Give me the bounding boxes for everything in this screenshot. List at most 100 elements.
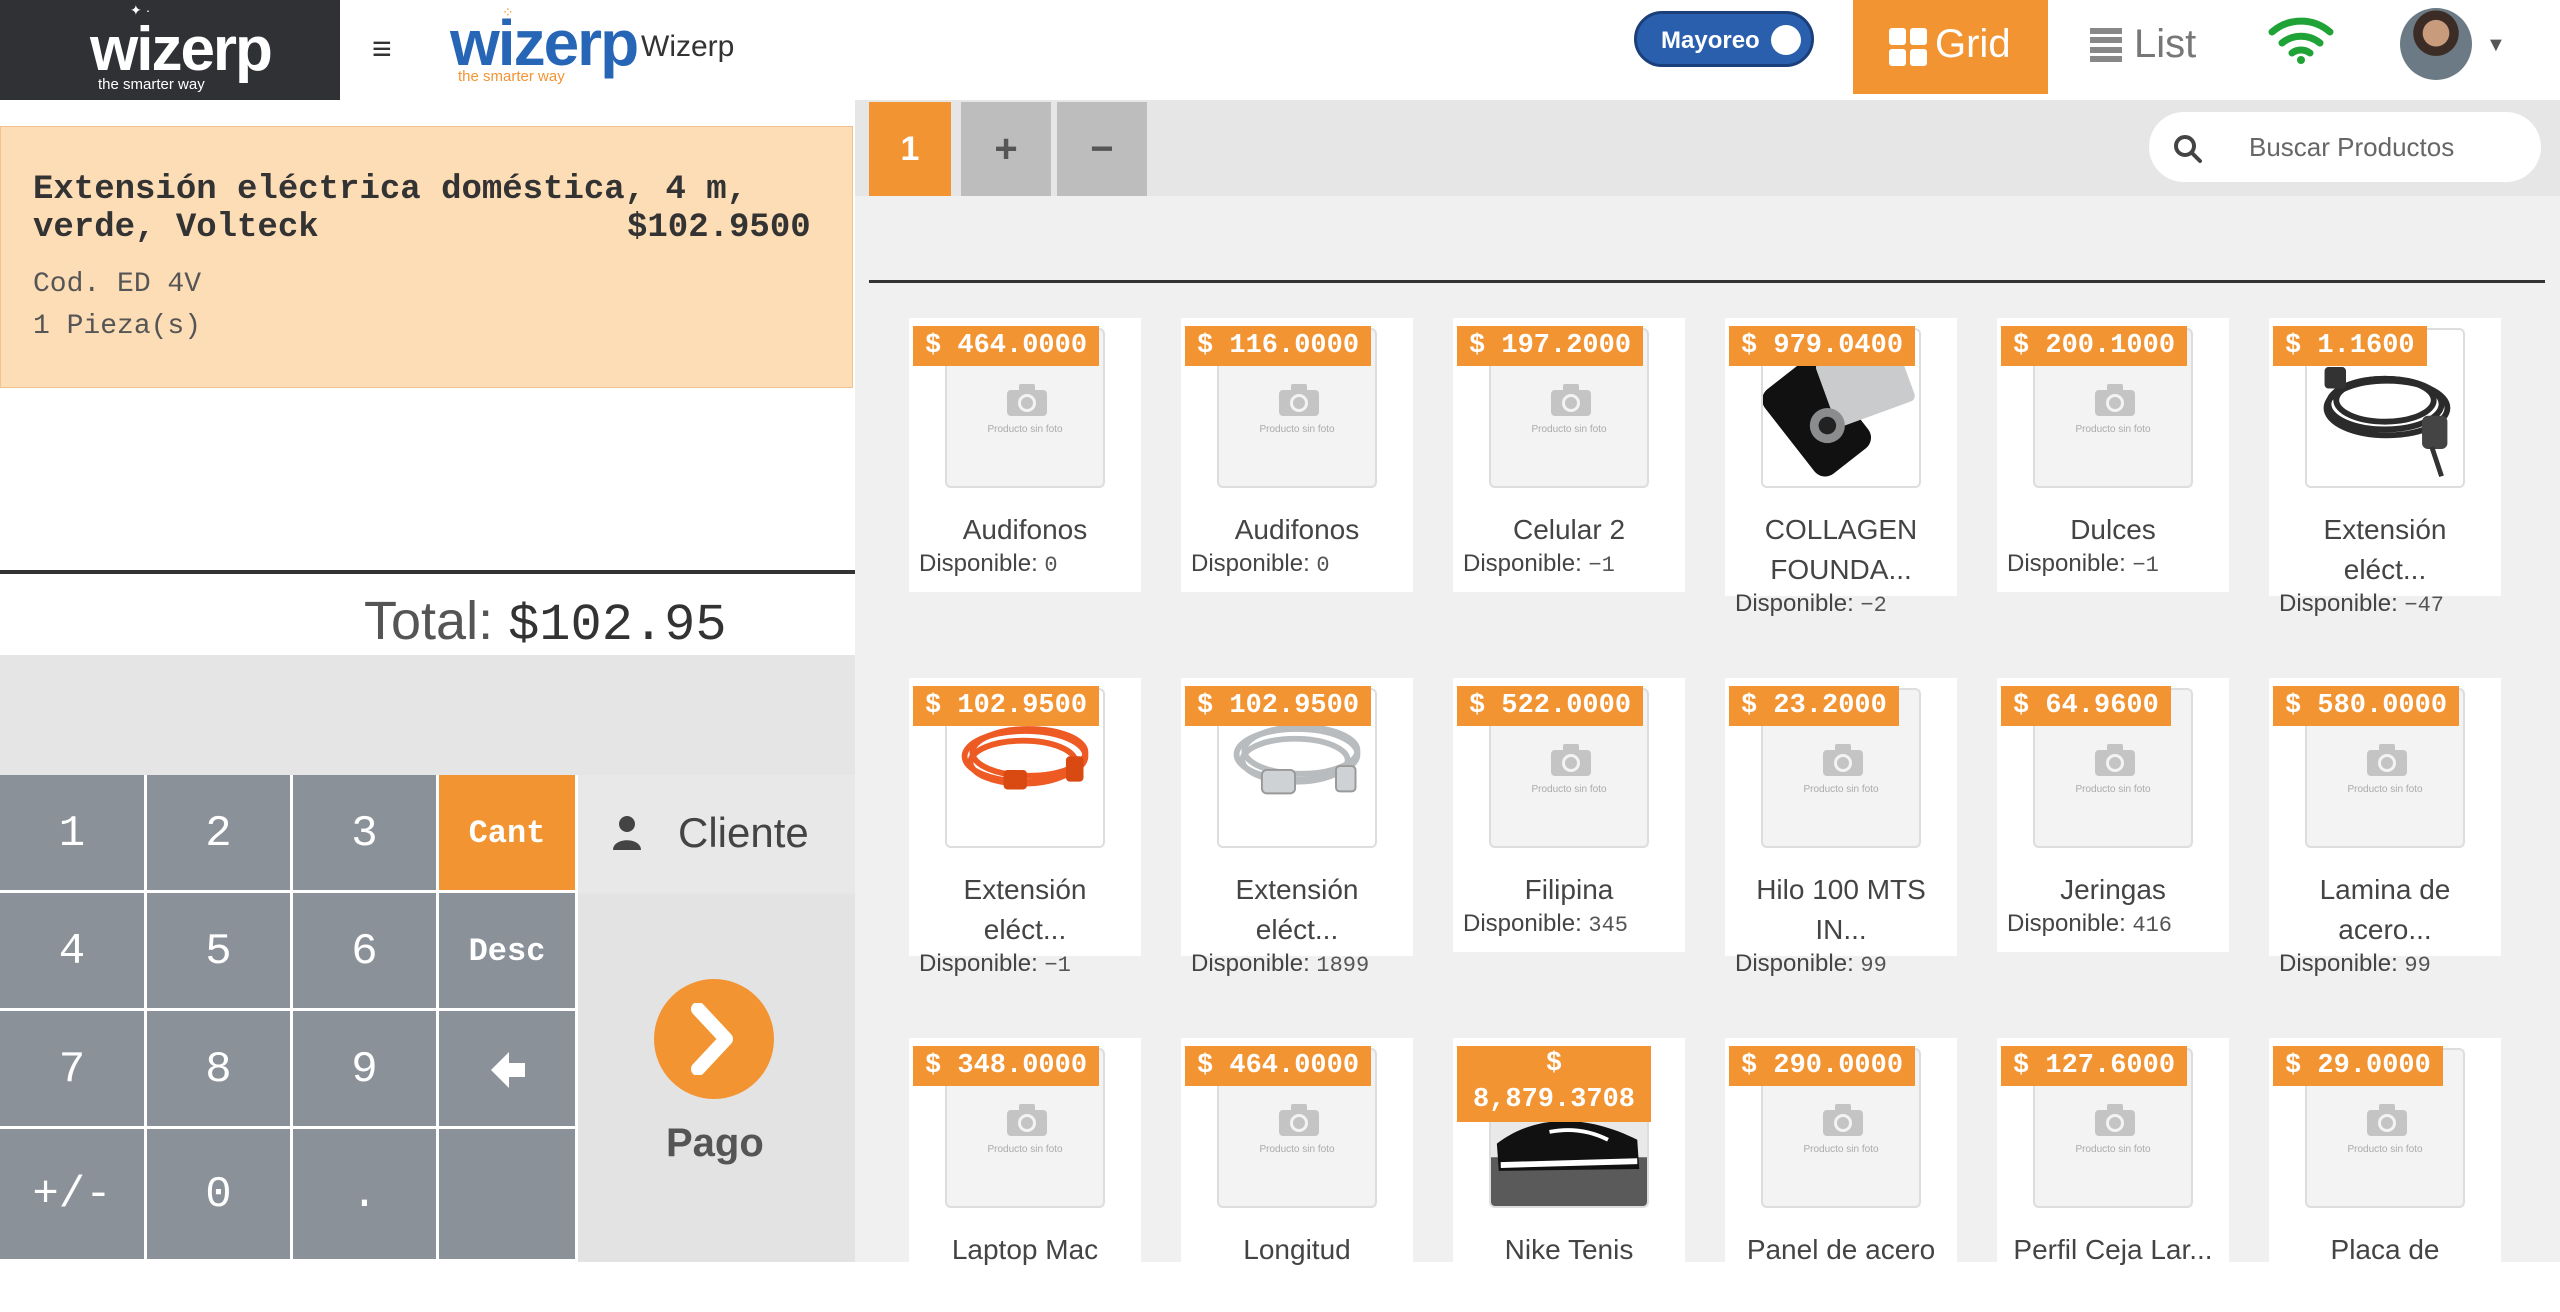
keypad: 1 2 3 Cant 4 5 6 Desc 7 8 9 +/- 0 . Clie… [0, 655, 855, 1262]
key-plus-minus[interactable]: +/- [0, 1129, 147, 1262]
product-name: Extensión eléct... [963, 874, 1087, 945]
product-price: $ 197.2000 [1457, 326, 1644, 366]
product-price: $ 290.0000 [1729, 1046, 1916, 1086]
product-name: Placa de [2330, 1234, 2440, 1265]
cliente-button[interactable]: Cliente [578, 775, 855, 893]
search-box[interactable] [2149, 112, 2541, 182]
key-0[interactable]: 0 [147, 1129, 293, 1262]
avatar[interactable] [2400, 8, 2472, 80]
wifi-icon [2268, 17, 2334, 64]
total-label: Total: [364, 591, 494, 651]
product-name: Nike Tenis [1504, 1234, 1634, 1265]
list-icon [2090, 28, 2122, 62]
product-price: $ 200.1000 [2001, 326, 2188, 366]
product-price: $ 23.2000 [1729, 686, 1899, 726]
search-input[interactable] [2249, 124, 2519, 170]
app-logo-tagline: the smarter way [458, 68, 565, 85]
product-card[interactable]: $ 102.9500 Extensión eléct... Disponible: … [1181, 678, 1413, 978]
hamburger-icon[interactable]: ≡ [372, 30, 392, 69]
key-blank [439, 1129, 578, 1262]
product-name: Hilo 100 MTS IN... [1756, 874, 1926, 945]
tab-order-1[interactable]: 1 [869, 102, 951, 196]
pago-button[interactable]: Pago [578, 895, 855, 1262]
product-price: $ 102.9500 [913, 686, 1100, 726]
brand-tagline: the smarter way [98, 76, 205, 93]
product-card[interactable]: Producto sin foto $ 23.2000 Hilo 100 MTS I… [1725, 678, 1957, 978]
grid-view-button[interactable]: Grid [1853, 0, 2048, 94]
product-availability: Disponible: 0 [919, 550, 1058, 578]
product-price: $ 116.0000 [1185, 326, 1372, 366]
arrow-left-icon [491, 1052, 525, 1088]
product-price: $ 522.0000 [1457, 686, 1644, 726]
product-price: $ 464.0000 [1185, 1046, 1372, 1086]
key-2[interactable]: 2 [147, 775, 293, 893]
brand-logo-box[interactable]: ✦ · wizerp the smarter way [0, 0, 340, 100]
product-price: $ 348.0000 [913, 1046, 1100, 1086]
logo-dots-icon: ⁘ [502, 4, 514, 20]
mayoreo-toggle[interactable]: Mayoreo [1634, 11, 1814, 67]
product-card[interactable]: Producto sin foto $ 197.2000 Celular 2 Disp… [1453, 318, 1685, 592]
product-card[interactable]: Producto sin foto $ 29.0000 Placa de [2269, 1038, 2501, 1312]
key-9[interactable]: 9 [293, 1011, 439, 1129]
product-availability: Disponible: −1 [919, 950, 1071, 978]
product-name: Jeringas [2060, 874, 2166, 905]
product-card[interactable]: Producto sin foto $ 290.0000 Panel de acer… [1725, 1038, 1957, 1312]
key-8[interactable]: 8 [147, 1011, 293, 1129]
product-name: Extensión eléct... [2323, 514, 2447, 585]
product-card[interactable]: $ 1.1600 Extensión eléct... Disponible: −4… [2269, 318, 2501, 618]
key-7[interactable]: 7 [0, 1011, 147, 1129]
desc-button[interactable]: Desc [439, 893, 578, 1011]
mayoreo-label: Mayoreo [1661, 27, 1760, 54]
product-card[interactable]: Producto sin foto $ 464.0000 Audifonos Disp… [909, 318, 1141, 592]
remove-tab-button[interactable]: − [1057, 102, 1147, 196]
product-availability: Disponible: 1899 [1191, 950, 1370, 978]
cant-button[interactable]: Cant [439, 775, 578, 893]
product-card[interactable]: Producto sin foto $ 464.0000 Longitud [1181, 1038, 1413, 1312]
list-label: List [2134, 22, 2197, 66]
product-availability: Disponible: 0 [1191, 550, 1330, 578]
product-name: Dulces [2070, 514, 2156, 545]
product-price: $ 1.1600 [2273, 326, 2427, 366]
key-4[interactable]: 4 [0, 893, 147, 1011]
product-card[interactable]: Producto sin foto $ 580.0000 Lamina de ace… [2269, 678, 2501, 978]
product-name: Celular 2 [1512, 514, 1626, 545]
app-logo: ⁘ wizerp the smarter way [450, 4, 639, 85]
products-divider [869, 280, 2545, 283]
product-name: Perfil Ceja Lar... [2013, 1234, 2213, 1265]
product-name: Lamina de acero... [2319, 874, 2451, 945]
product-name: Longitud [1243, 1234, 1351, 1265]
cart-item-qty: 1 Pieza(s) [33, 311, 202, 342]
product-card[interactable]: Producto sin foto $ 64.9600 Jeringas Dispon… [1997, 678, 2229, 952]
cart-total: Total: $102.95 [364, 590, 727, 655]
product-availability: Disponible: −47 [2279, 590, 2445, 618]
cart-item-code: Cod. ED 4V [33, 269, 202, 300]
order-tabs-bar: 1 + − [855, 100, 2560, 196]
product-name: Extensión eléct... [1235, 874, 1359, 945]
key-1[interactable]: 1 [0, 775, 147, 893]
toggle-knob [1771, 25, 1801, 55]
product-card[interactable]: Producto sin foto $ 348.0000 Laptop Mac [909, 1038, 1141, 1312]
key-6[interactable]: 6 [293, 893, 439, 1011]
product-card[interactable]: Producto sin foto $ 200.1000 Dulces Disponi… [1997, 318, 2229, 592]
cart-item[interactable]: Extensión eléctrica doméstica, 4 m, verd… [0, 126, 853, 388]
product-price: $ 8,879.3708 [1457, 1046, 1651, 1122]
list-view-button[interactable]: List [2086, 0, 2236, 94]
add-tab-button[interactable]: + [961, 102, 1051, 196]
product-price: $ 580.0000 [2273, 686, 2460, 726]
product-card[interactable]: Producto sin foto $ 127.6000 Perfil Ceja L… [1997, 1038, 2229, 1312]
product-card[interactable]: Producto sin foto $ 522.0000 Filipina Dispo… [1453, 678, 1685, 952]
product-card[interactable]: Producto sin foto $ 116.0000 Audifonos Disp… [1181, 318, 1413, 592]
product-card[interactable]: $ 979.0400 COLLAGEN FOUNDA... Disponible: … [1725, 318, 1957, 618]
product-card[interactable]: $ 8,879.3708 Nike Tenis [1453, 1038, 1685, 1312]
key-3[interactable]: 3 [293, 775, 439, 893]
key-decimal[interactable]: . [293, 1129, 439, 1262]
key-5[interactable]: 5 [147, 893, 293, 1011]
product-card[interactable]: $ 102.9500 Extensión eléct... Disponible: … [909, 678, 1141, 978]
backspace-button[interactable] [439, 1011, 578, 1129]
product-availability: Disponible: −1 [2007, 550, 2159, 578]
caret-down-icon[interactable]: ▼ [2486, 34, 2506, 57]
chevron-right-icon [654, 979, 774, 1099]
product-price: $ 464.0000 [913, 326, 1100, 366]
search-icon [2174, 135, 2202, 163]
brand-logo: wizerp [90, 15, 273, 84]
